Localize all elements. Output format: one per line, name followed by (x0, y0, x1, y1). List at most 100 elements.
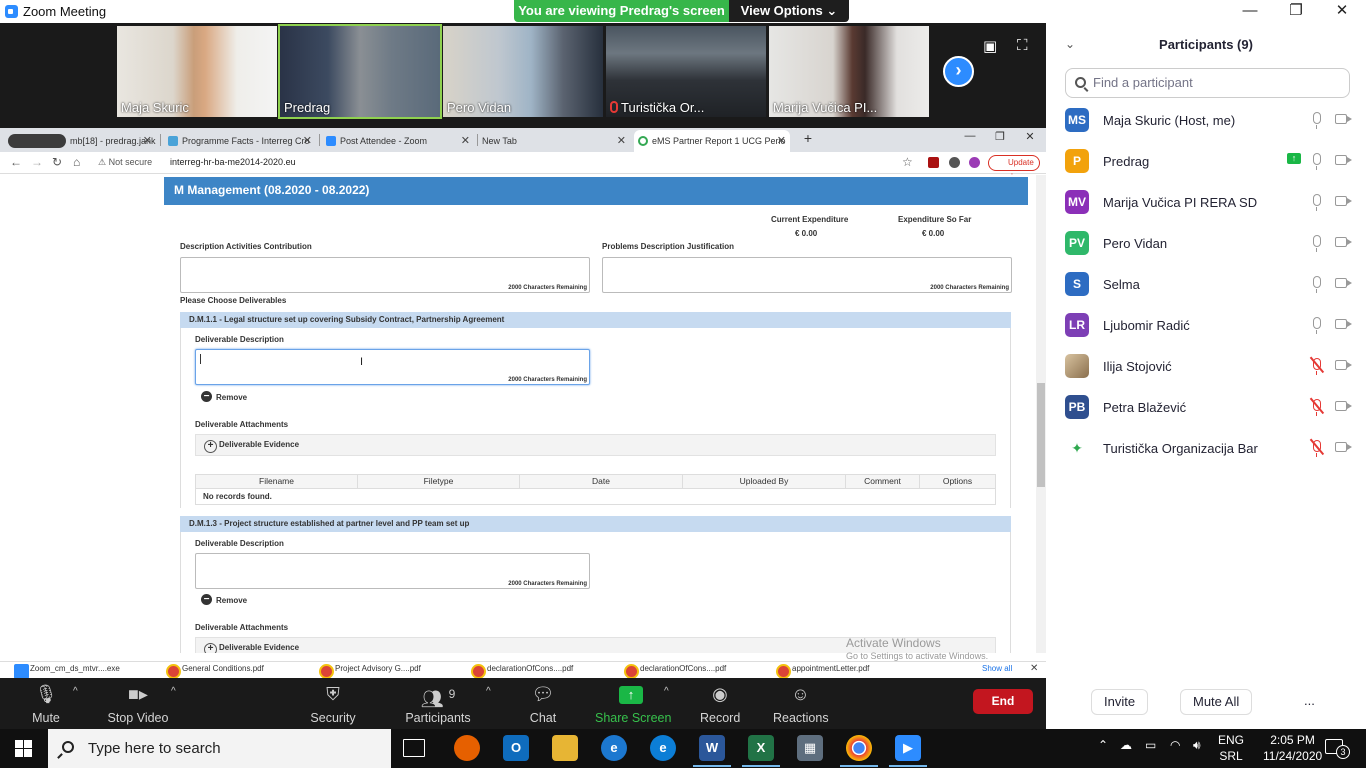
deliverable-description-textarea[interactable]: 2000 Characters Remaining (195, 349, 590, 385)
download-item[interactable]: declarationOfCons....pdf (624, 664, 726, 678)
excel-icon[interactable]: X (742, 735, 780, 767)
muted-mic-icon[interactable] (1313, 440, 1321, 457)
action-center-icon[interactable]: 3 (1325, 739, 1350, 759)
participant-row[interactable]: LR Ljubomir Radić (1046, 305, 1366, 346)
back-icon[interactable]: ← (10, 155, 22, 169)
download-item[interactable]: appointmentLetter.pdf (776, 664, 869, 678)
participant-row[interactable]: ✦ Turistička Organizacija Bar (1046, 428, 1366, 469)
column-header[interactable]: Date (520, 475, 683, 488)
column-header[interactable]: Comment (846, 475, 920, 488)
video-tile[interactable]: Pero Vidan (443, 26, 603, 117)
scrollbar-thumb[interactable] (1037, 383, 1045, 487)
participant-search-input[interactable]: Find a participant (1065, 68, 1350, 98)
page-scrollbar[interactable] (1036, 175, 1046, 653)
download-item[interactable]: Zoom_cm_ds_mtvr....exe (14, 664, 120, 678)
deliverable-description-textarea[interactable]: 2000 Characters Remaining (195, 553, 590, 589)
video-camera-icon[interactable] (1335, 278, 1352, 288)
edge-icon[interactable]: e (650, 735, 676, 761)
video-options-caret-icon[interactable]: ^ (171, 686, 176, 697)
participant-row[interactable]: Ilija Stojović (1046, 346, 1366, 387)
browser-tab[interactable]: Programme Facts - Interreg Cro ✕ (164, 130, 316, 152)
outlook-icon[interactable]: O (503, 735, 529, 761)
audio-options-caret-icon[interactable]: ^ (73, 686, 78, 697)
windows-start-icon[interactable] (15, 740, 32, 757)
video-tile[interactable]: Predrag (278, 24, 442, 119)
system-clock[interactable]: 2:05 PM 11/24/2020 (1263, 732, 1322, 764)
microphone-icon[interactable] (1313, 235, 1321, 252)
volume-icon[interactable]: 🔊︎ (1193, 738, 1201, 753)
column-header[interactable]: Uploaded By (683, 475, 846, 488)
remove-button[interactable]: Remove (201, 594, 247, 605)
participant-row[interactable]: PB Petra Blažević (1046, 387, 1366, 428)
close-tab-icon[interactable]: ✕ (303, 130, 312, 152)
fullscreen-icon[interactable]: ⛶ (1017, 37, 1028, 54)
download-item[interactable]: declarationOfCons....pdf (471, 664, 573, 678)
video-camera-icon[interactable] (1335, 196, 1352, 206)
taskbar-search-input[interactable]: Type here to search (48, 729, 391, 768)
invite-button[interactable]: Invite (1091, 689, 1149, 715)
extensions-puzzle-icon[interactable] (949, 157, 960, 168)
close-tab-icon[interactable]: ✕ (143, 130, 152, 152)
home-icon[interactable]: ⌂ (73, 155, 80, 169)
video-camera-icon[interactable] (1335, 155, 1352, 165)
video-tile[interactable]: Maja Skuric (117, 26, 277, 117)
record-button[interactable]: ◉ Record (700, 681, 740, 725)
reactions-button[interactable]: ☺ Reactions (773, 681, 829, 725)
pdf-extension-icon[interactable] (928, 157, 939, 168)
video-camera-icon[interactable] (1335, 442, 1352, 452)
bookmark-star-icon[interactable]: ☆ (902, 155, 913, 169)
participant-row[interactable]: S Selma (1046, 264, 1366, 305)
layout-icon[interactable]: ▣ (983, 37, 997, 55)
chrome-icon[interactable] (840, 735, 878, 767)
next-page-arrow-icon[interactable]: › (943, 56, 974, 87)
download-item[interactable]: General Conditions.pdf (166, 664, 264, 678)
video-camera-icon[interactable] (1335, 360, 1352, 370)
onedrive-cloud-icon[interactable]: ☁ (1120, 738, 1132, 752)
microphone-icon[interactable] (1313, 194, 1321, 211)
close-downloads-icon[interactable]: ✕ (1030, 663, 1038, 674)
update-button[interactable]: Update ⋮ (988, 155, 1040, 181)
microphone-icon[interactable] (1313, 276, 1321, 293)
wifi-icon[interactable]: ◠ (1170, 738, 1180, 752)
browser-close-icon[interactable]: ✕ (1015, 130, 1045, 143)
reload-icon[interactable]: ↻ (52, 155, 62, 169)
browser-tab[interactable]: Post Attendee - Zoom ✕ (322, 130, 474, 152)
close-tab-icon[interactable]: ✕ (777, 130, 786, 152)
microphone-icon[interactable] (1313, 112, 1321, 129)
browser-tab-active[interactable]: eMS Partner Report 1 UCG Perio ✕ (634, 130, 790, 152)
browser-minimize-icon[interactable]: — (955, 130, 985, 142)
show-all-link[interactable]: Show all (982, 664, 1012, 673)
profile-avatar-icon[interactable] (969, 157, 980, 168)
mute-button[interactable]: 🎙︎ Mute (27, 681, 65, 725)
download-item[interactable]: Project Advisory G....pdf (319, 664, 421, 678)
participant-row[interactable]: MV Marija Vučica PI RERA SD (1046, 182, 1366, 223)
microphone-icon[interactable] (1313, 153, 1321, 170)
minimize-icon[interactable]: — (1227, 0, 1273, 23)
browser-restore-icon[interactable]: ❐ (985, 130, 1015, 143)
participants-caret-icon[interactable]: ^ (486, 686, 491, 697)
file-explorer-icon[interactable] (552, 735, 578, 761)
video-camera-icon[interactable] (1335, 237, 1352, 247)
mute-all-button[interactable]: Mute All (1180, 689, 1253, 715)
forward-icon[interactable]: → (31, 155, 43, 169)
close-tab-icon[interactable]: ✕ (617, 130, 626, 152)
video-camera-icon[interactable] (1335, 319, 1352, 329)
input-language[interactable]: ENG SRL (1218, 732, 1244, 764)
muted-mic-icon[interactable] (1313, 358, 1321, 375)
microphone-icon[interactable] (1313, 317, 1321, 334)
deliverable-evidence-toggle[interactable]: Deliverable Evidence (195, 434, 996, 456)
description-textarea[interactable]: 2000 Characters Remaining (180, 257, 590, 293)
video-tile[interactable]: Marija Vučica PI... (769, 26, 929, 117)
end-meeting-button[interactable]: End (973, 689, 1033, 714)
participants-button[interactable]: 👥︎ 9 Participants (403, 681, 473, 725)
more-options-button[interactable]: ... (1292, 689, 1327, 715)
participant-row[interactable]: MS Maja Skuric (Host, me) (1046, 100, 1366, 141)
video-tile[interactable]: Turistička Or... (606, 26, 766, 117)
internet-explorer-icon[interactable]: e (601, 735, 627, 761)
calculator-icon[interactable]: ▦ (797, 735, 823, 761)
view-options-button[interactable]: View Options ⌄ (729, 0, 849, 22)
video-camera-icon[interactable] (1335, 401, 1352, 411)
restore-icon[interactable]: ❐ (1273, 0, 1319, 23)
tray-overflow-icon[interactable]: ⌃ (1098, 738, 1108, 752)
chat-button[interactable]: 💬︎ Chat (526, 681, 560, 725)
